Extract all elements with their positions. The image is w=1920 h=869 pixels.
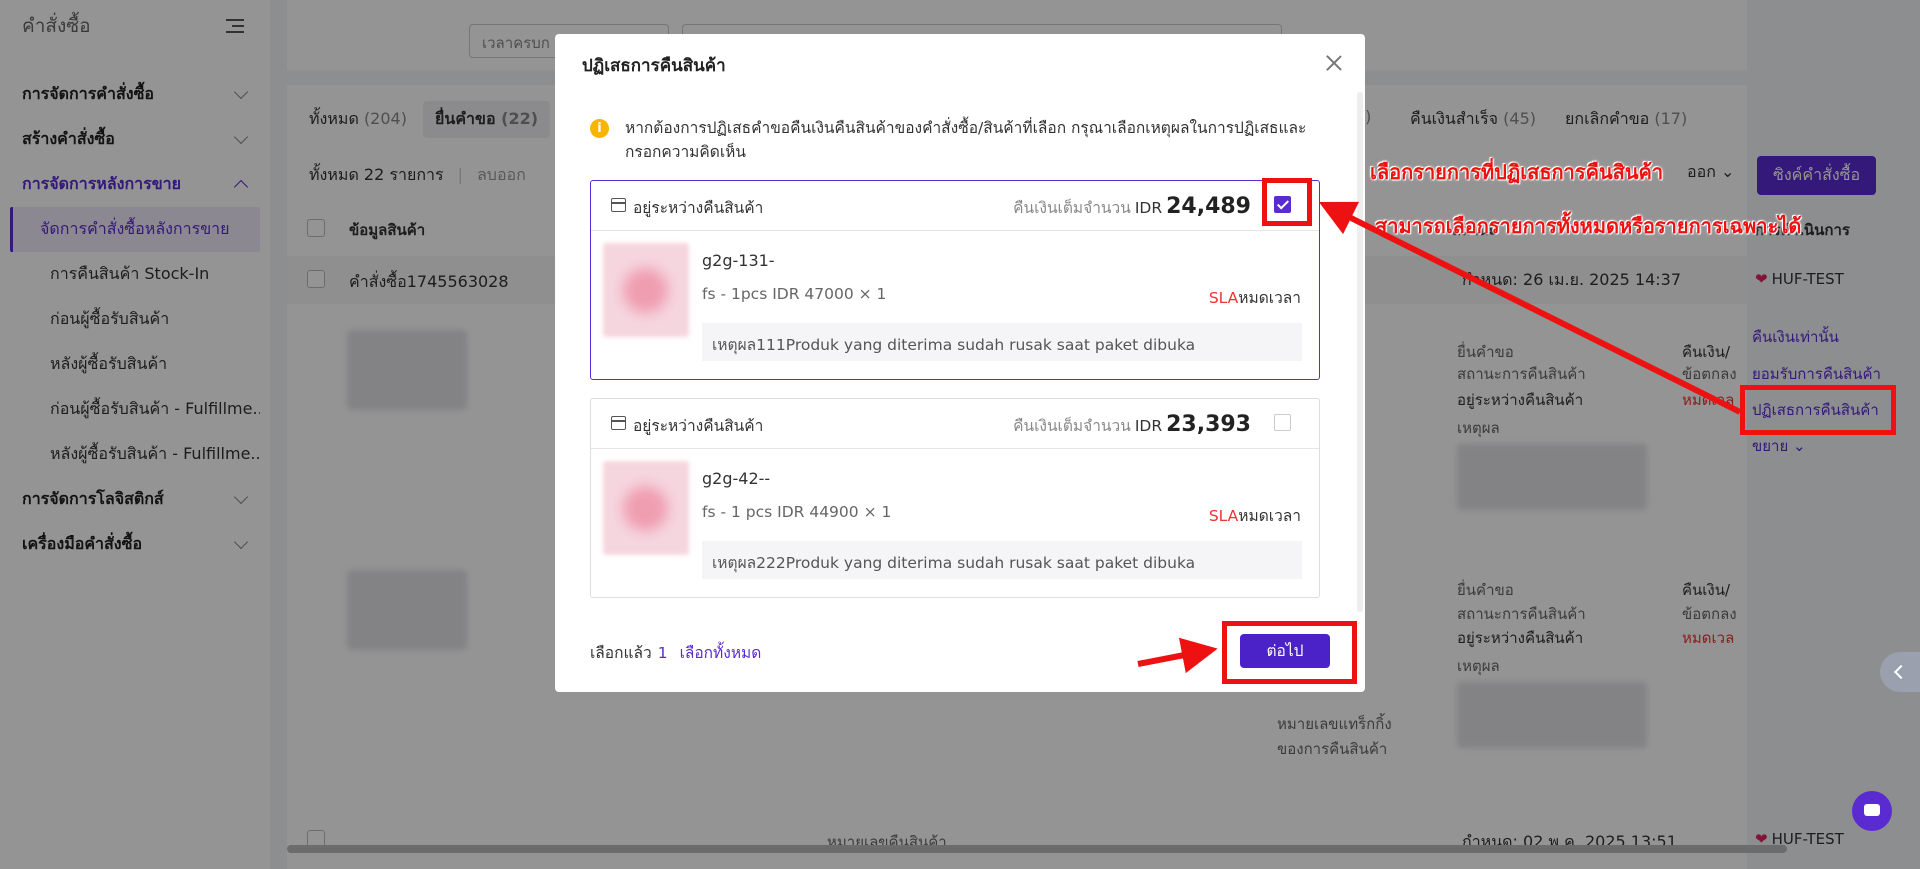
card-header: อยู่ระหว่างคืนสินค้า คืนเงินเต็มจำนวน IDR… (591, 399, 1319, 449)
card-status: อยู่ระหว่างคืนสินค้า (633, 199, 764, 217)
close-icon[interactable] (1325, 54, 1343, 72)
calendar-icon (611, 198, 626, 212)
card-header: อยู่ระหว่างคืนสินค้า คืนเงินเต็มจำนวน IDR… (591, 181, 1319, 231)
sla-status: SLAหมดเวลา (1208, 507, 1301, 525)
annotation-box-next-button (1222, 621, 1357, 684)
info-icon: i (590, 119, 609, 138)
sla-status: SLAหมดเวลา (1208, 289, 1301, 307)
product-spec: fs - 1 pcs IDR 44900 ⨯ 1 (702, 503, 892, 521)
annotation-text-2: สามารถเลือกรายการทั้งหมดหรือรายการเฉพาะไ… (1375, 214, 1802, 238)
return-reason: เหตุผล222Produk yang diterima sudah rusa… (702, 541, 1302, 579)
product-sku: g2g-42-- (702, 469, 771, 488)
selected-count: 1 (657, 644, 668, 662)
select-all-link[interactable]: เลือกทั้งหมด (680, 644, 762, 662)
modal-scrollbar[interactable] (1357, 92, 1363, 612)
annotation-box-reject-link (1740, 385, 1896, 435)
annotation-text-1: เลือกรายการที่ปฏิเสธการคืนสินค้า (1370, 160, 1664, 184)
chat-button[interactable] (1852, 791, 1892, 831)
selection-summary: เลือกแล้ว 1 เลือกทั้งหมด (590, 644, 762, 662)
product-thumbnail (603, 243, 689, 337)
product-spec: fs - 1pcs IDR 47000 ⨯ 1 (702, 285, 887, 303)
item-checkbox[interactable] (1274, 414, 1291, 431)
side-expand-tab[interactable] (1880, 652, 1920, 692)
return-item-card[interactable]: อยู่ระหว่างคืนสินค้า คืนเงินเต็มจำนวน IDR… (590, 398, 1320, 598)
product-thumbnail (603, 461, 689, 555)
product-sku: g2g-131- (702, 251, 775, 270)
return-reason: เหตุผล111Produk yang diterima sudah rusa… (702, 323, 1302, 361)
return-item-card[interactable]: อยู่ระหว่างคืนสินค้า คืนเงินเต็มจำนวน IDR… (590, 180, 1320, 380)
modal-title: ปฏิเสธการคืนสินค้า (582, 56, 726, 76)
notice-text: i หากต้องการปฏิเสธคำขอคืนเงินคืนสินค้าขอ… (590, 116, 1320, 164)
calendar-icon (611, 416, 626, 430)
refund-amount: คืนเงินเต็มจำนวน IDR 24,489 (1013, 194, 1251, 219)
refund-amount: คืนเงินเต็มจำนวน IDR 23,393 (1013, 412, 1251, 437)
card-status: อยู่ระหว่างคืนสินค้า (633, 417, 764, 435)
reject-return-modal: ปฏิเสธการคืนสินค้า i หากต้องการปฏิเสธคำข… (555, 34, 1365, 692)
annotation-box-checkbox (1262, 178, 1312, 226)
